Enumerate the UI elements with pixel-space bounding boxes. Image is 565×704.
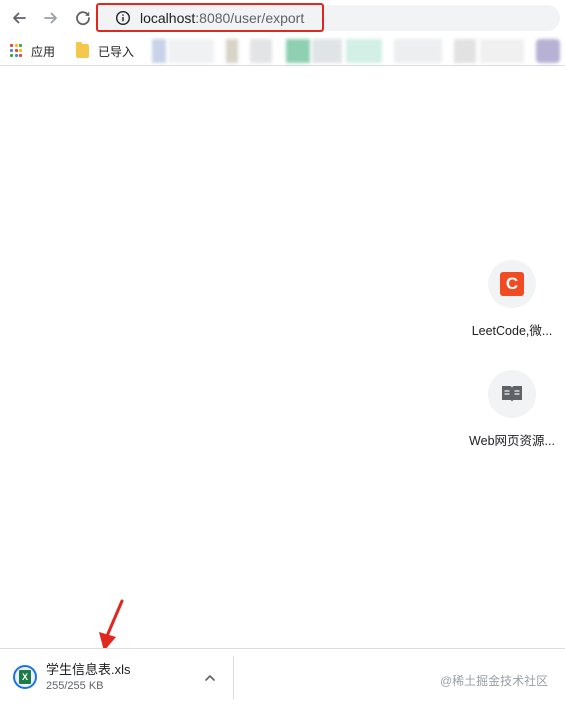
watermark: @稀土掘金技术社区: [440, 674, 549, 688]
bookmark-apps-label: 应用: [31, 44, 56, 59]
leetcode-logo-icon: C: [500, 272, 524, 296]
url-path: :8080/user/export: [195, 9, 305, 26]
blurred-bookmark[interactable]: [346, 39, 382, 63]
url-host: localhost: [140, 9, 196, 26]
blurred-bookmark[interactable]: [454, 39, 476, 63]
reload-button[interactable]: [72, 7, 94, 29]
arrow-left-icon: [13, 12, 26, 24]
bookmark-imported[interactable]: 已导入: [76, 42, 134, 60]
book-icon: [502, 386, 522, 402]
reload-icon: [76, 11, 90, 26]
url-text[interactable]: localhost:8080/user/export: [140, 10, 304, 26]
shortcut-tile: [488, 370, 536, 418]
excel-file-icon: X: [13, 665, 37, 689]
address-bar[interactable]: localhost:8080/user/export: [96, 3, 324, 32]
chevron-up-icon: [205, 675, 215, 681]
address-bar-background[interactable]: [324, 5, 560, 31]
blurred-bookmark[interactable]: [168, 39, 214, 63]
apps-grid-icon: [10, 44, 24, 58]
shortcut-web-resources[interactable]: Web网页资源...: [460, 368, 564, 460]
forward-button[interactable]: [40, 7, 62, 29]
arrow-right-icon: [44, 12, 57, 24]
bookmarks-bar: 应用 已导入: [0, 36, 565, 66]
download-file-size: 255/255 KB: [46, 680, 104, 692]
blurred-bookmark[interactable]: [250, 39, 272, 63]
annotation-arrow-icon: [99, 599, 124, 651]
download-item[interactable]: X 学生信息表.xls 255/255 KB: [0, 649, 232, 704]
shortcut-leetcode[interactable]: C LeetCode,微...: [460, 258, 564, 350]
download-file-name: 学生信息表.xls: [46, 662, 131, 677]
download-menu-button[interactable]: [201, 669, 219, 687]
blurred-bookmark[interactable]: [480, 39, 524, 63]
back-button[interactable]: [8, 7, 30, 29]
browser-window: localhost:8080/user/export 应用 已导入 C Leet…: [0, 0, 565, 704]
info-icon[interactable]: [115, 10, 131, 26]
folder-icon: [76, 42, 89, 58]
bookmark-apps[interactable]: 应用: [10, 42, 55, 60]
blurred-bookmark[interactable]: [394, 39, 442, 63]
blurred-bookmark[interactable]: [152, 39, 166, 63]
bookmark-imported-label: 已导入: [98, 44, 135, 59]
blurred-bookmark[interactable]: [312, 39, 342, 63]
shortcut-title: LeetCode,微...: [471, 324, 553, 338]
blurred-bookmark[interactable]: [286, 39, 310, 63]
blurred-bookmark[interactable]: [226, 39, 238, 63]
blurred-bookmark[interactable]: [536, 39, 560, 63]
shelf-divider: [233, 656, 234, 699]
shortcut-tile: C: [488, 260, 536, 308]
browser-toolbar: localhost:8080/user/export: [0, 0, 565, 36]
download-shelf: X 学生信息表.xls 255/255 KB @稀土掘金技术社区: [0, 648, 565, 704]
shortcut-title: Web网页资源...: [469, 434, 555, 448]
